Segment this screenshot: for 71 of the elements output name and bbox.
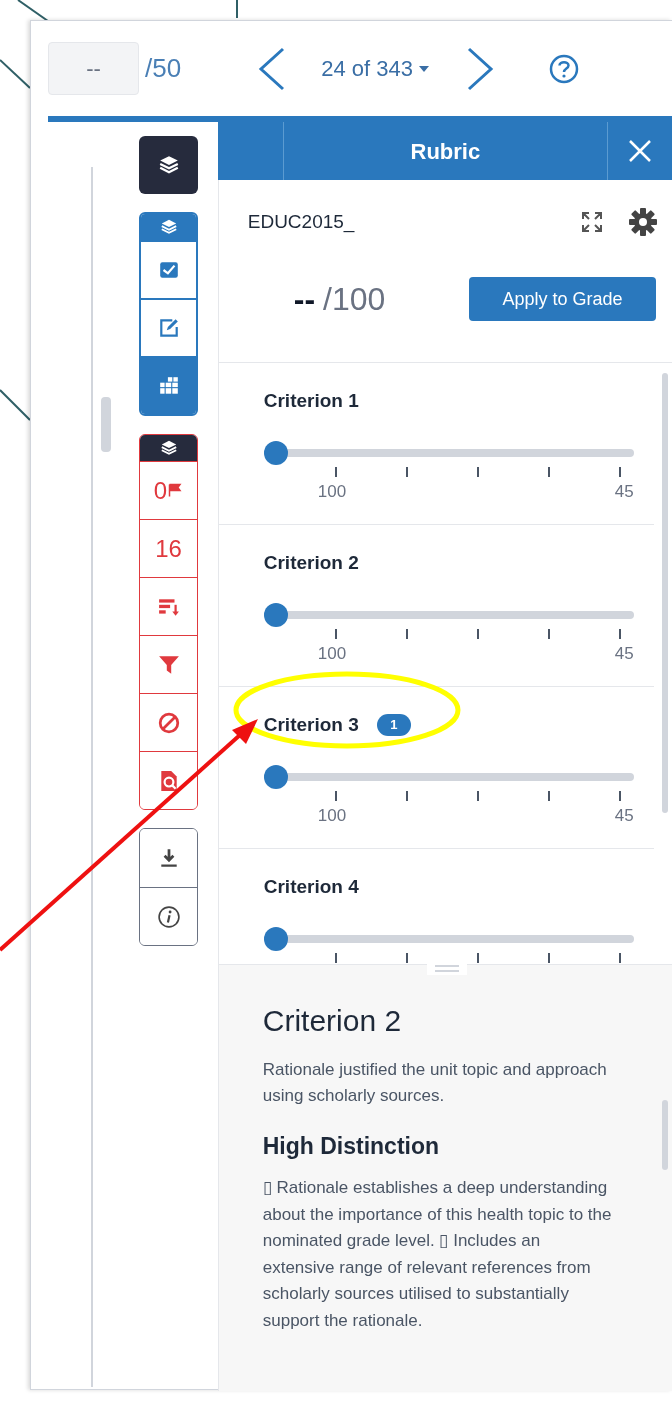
slider[interactable] [263,927,634,951]
pager-dropdown[interactable]: 24 of 343 [321,52,429,85]
tick-mark [618,467,621,477]
score: -- [293,280,316,319]
slider-thumb[interactable] [263,927,288,951]
level-title: High Distinction [262,1132,441,1161]
apply-to-grade-button[interactable]: Apply to Grade [469,277,656,321]
criterion-title: Criterion 1 [263,388,359,413]
tick-mark [334,953,337,963]
scale-label: 45 [614,481,634,503]
slider-thumb[interactable] [263,765,288,789]
info-icon [157,905,180,928]
slider-thumb[interactable] [263,603,288,627]
slider[interactable] [263,765,634,789]
tick-mark [476,953,479,963]
scale-label: 100 [317,481,347,503]
flag-icon [168,483,184,498]
ban-icon [157,711,180,734]
criterion-title: Criterion 4 [263,874,359,899]
caret-icon [418,65,429,72]
tick-mark [334,629,337,639]
close-icon [628,139,652,163]
grade-max: /50 [145,52,182,85]
tick-mark [405,467,408,477]
slider[interactable] [263,441,634,465]
grid-icon [157,375,180,397]
expand-icon[interactable] [580,210,604,234]
tick-mark [334,467,337,477]
tick-mark [618,953,621,963]
scale-label: 45 [614,805,634,827]
layers-icon [159,439,178,457]
score-total: /100 [323,280,386,319]
tick-mark [405,629,408,639]
detail-title: Criterion 2 [262,1003,403,1039]
tick-mark [547,629,550,639]
tick-mark [476,467,479,477]
level-description: ▯ Rationale establishes a deep understanding about the importance of this health topic to the nominated grade level. ▯ Includes an extensive range of relevant references from scholarly sources utilised to substantially support the rationale. [262,1177,613,1332]
tick-mark [547,791,550,801]
scrollbar[interactable] [662,1100,668,1170]
detail-description: Rationale justified the unit topic and approach using scholarly sources. [262,1059,608,1107]
rubric-name: EDUC2015_ [247,209,356,235]
tick-mark [405,953,408,963]
layers-icon [159,218,178,236]
layers-icon [157,154,180,176]
tick-mark [334,791,337,801]
scrollbar[interactable] [662,373,668,813]
comment-count-badge[interactable]: 1 [376,714,411,736]
resize-handle[interactable] [426,961,467,975]
slider-thumb[interactable] [263,441,288,465]
scrollbar[interactable] [101,397,111,452]
toolbar-button[interactable] [140,887,197,945]
settings-icon[interactable] [628,207,658,237]
edit-icon [157,317,180,339]
tick-mark [476,629,479,639]
tick-mark [618,791,621,801]
grade-input-field[interactable]: -- [48,42,139,95]
scale-label: 100 [317,805,347,827]
criterion-title: Criterion 2 [263,550,359,575]
tick-mark [547,953,550,963]
tick-mark [547,467,550,477]
criterion-title: Criterion 3 [263,712,359,737]
tick-mark [476,791,479,801]
tick-mark [618,629,621,639]
checkbox-icon [157,259,180,281]
panel-title: Rubric [409,137,482,166]
tick-mark [405,791,408,801]
slider[interactable] [263,603,634,627]
help-icon[interactable] [548,53,579,84]
filter-icon [157,653,180,676]
scale-label: 45 [614,643,634,665]
scale-label: 100 [317,643,347,665]
